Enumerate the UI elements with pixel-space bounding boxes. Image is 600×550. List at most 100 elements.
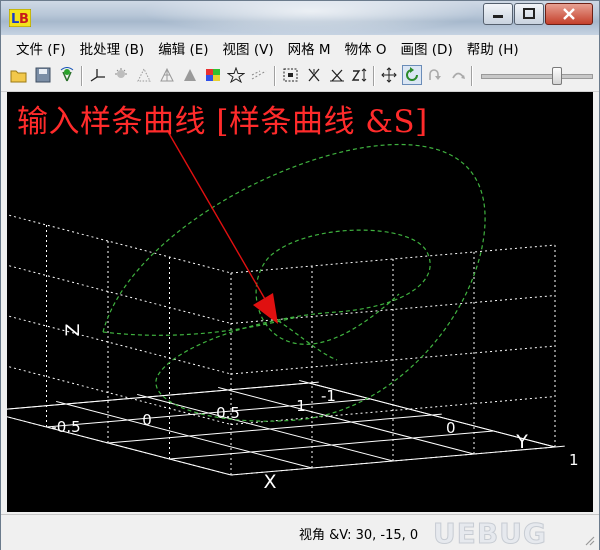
grid-line (7, 214, 232, 274)
open-folder-icon (10, 70, 27, 83)
y-tick-label: 1 (569, 451, 579, 469)
redo-button[interactable] (425, 65, 445, 85)
connect-button[interactable] (57, 65, 77, 85)
undo-button[interactable] (448, 65, 468, 85)
toolbar-separator (81, 66, 83, 86)
y-tick-mark (431, 413, 442, 416)
menu-help[interactable]: 帮助 (H) (460, 38, 526, 58)
xz-axis-button[interactable] (327, 65, 347, 85)
menu-file[interactable]: 文件 (F) (9, 38, 73, 58)
maximize-button[interactable] (514, 3, 544, 25)
grid-line (7, 264, 232, 324)
axes-button[interactable] (88, 65, 108, 85)
wire-cone-button[interactable] (157, 65, 177, 85)
plot-viewport[interactable]: -1-0.500.51-101-101XYZ 输入样条曲线 [样条曲线 &S] (7, 92, 593, 512)
spline-curve (102, 316, 298, 336)
annotation-arrow-line (166, 129, 270, 307)
x-tick-mark (137, 393, 148, 398)
menu-draw[interactable]: 画图 (D) (393, 38, 459, 58)
axes-icon (90, 69, 105, 82)
dotted-cone-icon (137, 67, 151, 82)
dotted-cone-button[interactable] (134, 65, 154, 85)
x-tick-label: 1 (296, 397, 306, 415)
x-tick-mark (299, 379, 310, 384)
toolbar-separator (471, 66, 473, 86)
floor-grid-line (169, 430, 494, 460)
menu-bar: 文件 (F) 批处理 (B) 编辑 (E) 视图 (V) 网格 M 物体 O 画… (1, 35, 599, 61)
svg-text:B: B (19, 12, 29, 27)
open-button[interactable] (9, 65, 29, 85)
xy-axis-button[interactable] (304, 65, 324, 85)
app-window: L B 文件 (F) 批处理 (B) 编辑 (E) 视图 (V) 网格 M 物体… (0, 0, 600, 550)
z-arrow-button[interactable] (350, 65, 370, 85)
window-controls (482, 3, 593, 25)
solid-cone-icon (184, 69, 196, 81)
wireless-icon (60, 67, 74, 82)
toolbar-separator (274, 66, 276, 86)
menu-view[interactable]: 视图 (V) (216, 38, 281, 58)
star-button[interactable] (226, 65, 246, 85)
view-angle-readout: 视角 &V: 30, -15, 0 (299, 528, 419, 543)
command-caption: 输入样条曲线 [样条曲线 &S] (17, 104, 428, 140)
x-tick-label: 0 (142, 411, 152, 429)
menu-batch[interactable]: 批处理 (B) (73, 38, 152, 58)
menu-object[interactable]: 物体 O (338, 38, 394, 58)
close-icon (563, 8, 575, 20)
color-palette-icon (206, 69, 220, 81)
xy-axis-icon (308, 68, 320, 82)
light-icon (115, 68, 127, 78)
x-tick-label: -0.5 (51, 418, 80, 436)
move-button[interactable] (379, 65, 399, 85)
select-box-icon (283, 68, 298, 82)
minimize-icon (493, 15, 503, 18)
plot-3d-svg: -1-0.500.51-101-101XYZ (7, 129, 579, 493)
y-tick-label: 0 (446, 419, 456, 437)
light-button[interactable] (111, 65, 131, 85)
solid-cone-button[interactable] (180, 65, 200, 85)
y-axis-label: Y (515, 431, 528, 453)
x-tick-mark (56, 400, 67, 405)
title-bar-background (141, 1, 481, 35)
toolbar (1, 61, 599, 92)
maximize-icon (523, 8, 535, 19)
z-arrow-icon (351, 68, 367, 82)
rotate-icon (406, 67, 418, 81)
floor-grid-line (230, 446, 556, 476)
y-tick-label: -1 (321, 387, 336, 405)
wire-cone-icon (160, 67, 174, 82)
redo-icon (429, 69, 441, 80)
grid-line (7, 315, 232, 375)
star-icon (227, 67, 245, 83)
watermark-text: UEBUG (433, 517, 547, 550)
status-bar: UEBUG 视角 &V: 30, -15, 0 (1, 514, 599, 550)
x-tick-mark (218, 386, 229, 391)
menu-edit[interactable]: 编辑 (E) (151, 38, 215, 58)
rotate-button[interactable] (402, 65, 422, 85)
color-button[interactable] (203, 65, 223, 85)
y-tick-mark (554, 445, 565, 448)
zoom-slider-thumb[interactable] (552, 67, 562, 85)
move-icon (381, 67, 397, 83)
minimize-button[interactable] (483, 3, 513, 25)
x-axis-line (7, 382, 310, 410)
title-bar[interactable]: L B (1, 1, 599, 35)
resize-grip-icon[interactable] (583, 534, 595, 546)
select-box-button[interactable] (281, 65, 301, 85)
lb-logo-icon[interactable]: L B (8, 8, 32, 28)
zoom-slider-track[interactable] (481, 74, 593, 79)
dashes-icon (251, 70, 267, 80)
save-disk-icon (35, 67, 51, 83)
save-button[interactable] (33, 65, 53, 85)
floor-grid-line (227, 389, 475, 455)
close-button[interactable] (545, 3, 593, 25)
x-axis-label: X (263, 471, 276, 493)
menu-mesh[interactable]: 网格 M (281, 38, 338, 58)
floor-grid-line (107, 414, 433, 444)
spline-curve (102, 143, 486, 422)
toolbar-separator (373, 66, 375, 86)
y-tick-mark (308, 381, 319, 384)
xz-axis-icon (330, 69, 344, 82)
z-axis-label: Z (62, 323, 84, 336)
dashes-button[interactable] (249, 65, 269, 85)
undo-icon (452, 72, 465, 79)
